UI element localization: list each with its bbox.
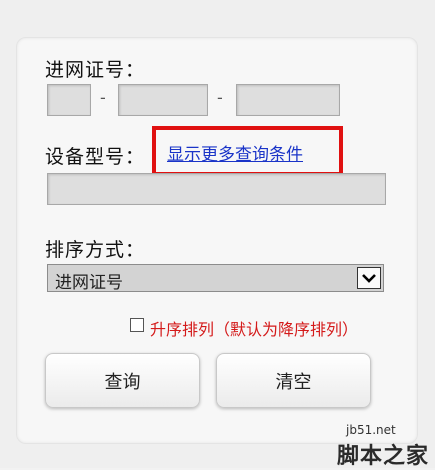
query-button[interactable]: 查询	[45, 353, 200, 408]
ascending-sort-checkbox[interactable]	[130, 318, 144, 332]
clear-button[interactable]: 清空	[216, 353, 371, 408]
device-model-input[interactable]	[47, 173, 386, 205]
highlight-annotation-box	[152, 126, 343, 176]
watermark-url: jb51.net	[346, 423, 396, 437]
license-segment-1-input[interactable]	[47, 84, 91, 116]
chevron-down-icon[interactable]	[357, 267, 381, 289]
watermark-brand-logo: 脚本之家	[337, 444, 430, 469]
sort-method-select[interactable]: 进网证号	[47, 264, 384, 293]
license-segment-3-input[interactable]	[236, 84, 340, 116]
license-number-label: 进网证号：	[45, 59, 146, 81]
device-model-label: 设备型号：	[45, 146, 146, 168]
sort-method-label: 排序方式：	[45, 239, 146, 261]
segment-separator-2: -	[217, 88, 223, 107]
page-background: 进网证号： - - 设备型号： 显示更多查询条件 排序方式： 进网证号 升序排列…	[0, 0, 435, 469]
sort-select-value: 进网证号	[55, 273, 123, 293]
ascending-sort-label: 升序排列（默认为降序排列）	[150, 320, 359, 339]
license-segment-2-input[interactable]	[118, 84, 208, 116]
segment-separator-1: -	[100, 88, 106, 107]
